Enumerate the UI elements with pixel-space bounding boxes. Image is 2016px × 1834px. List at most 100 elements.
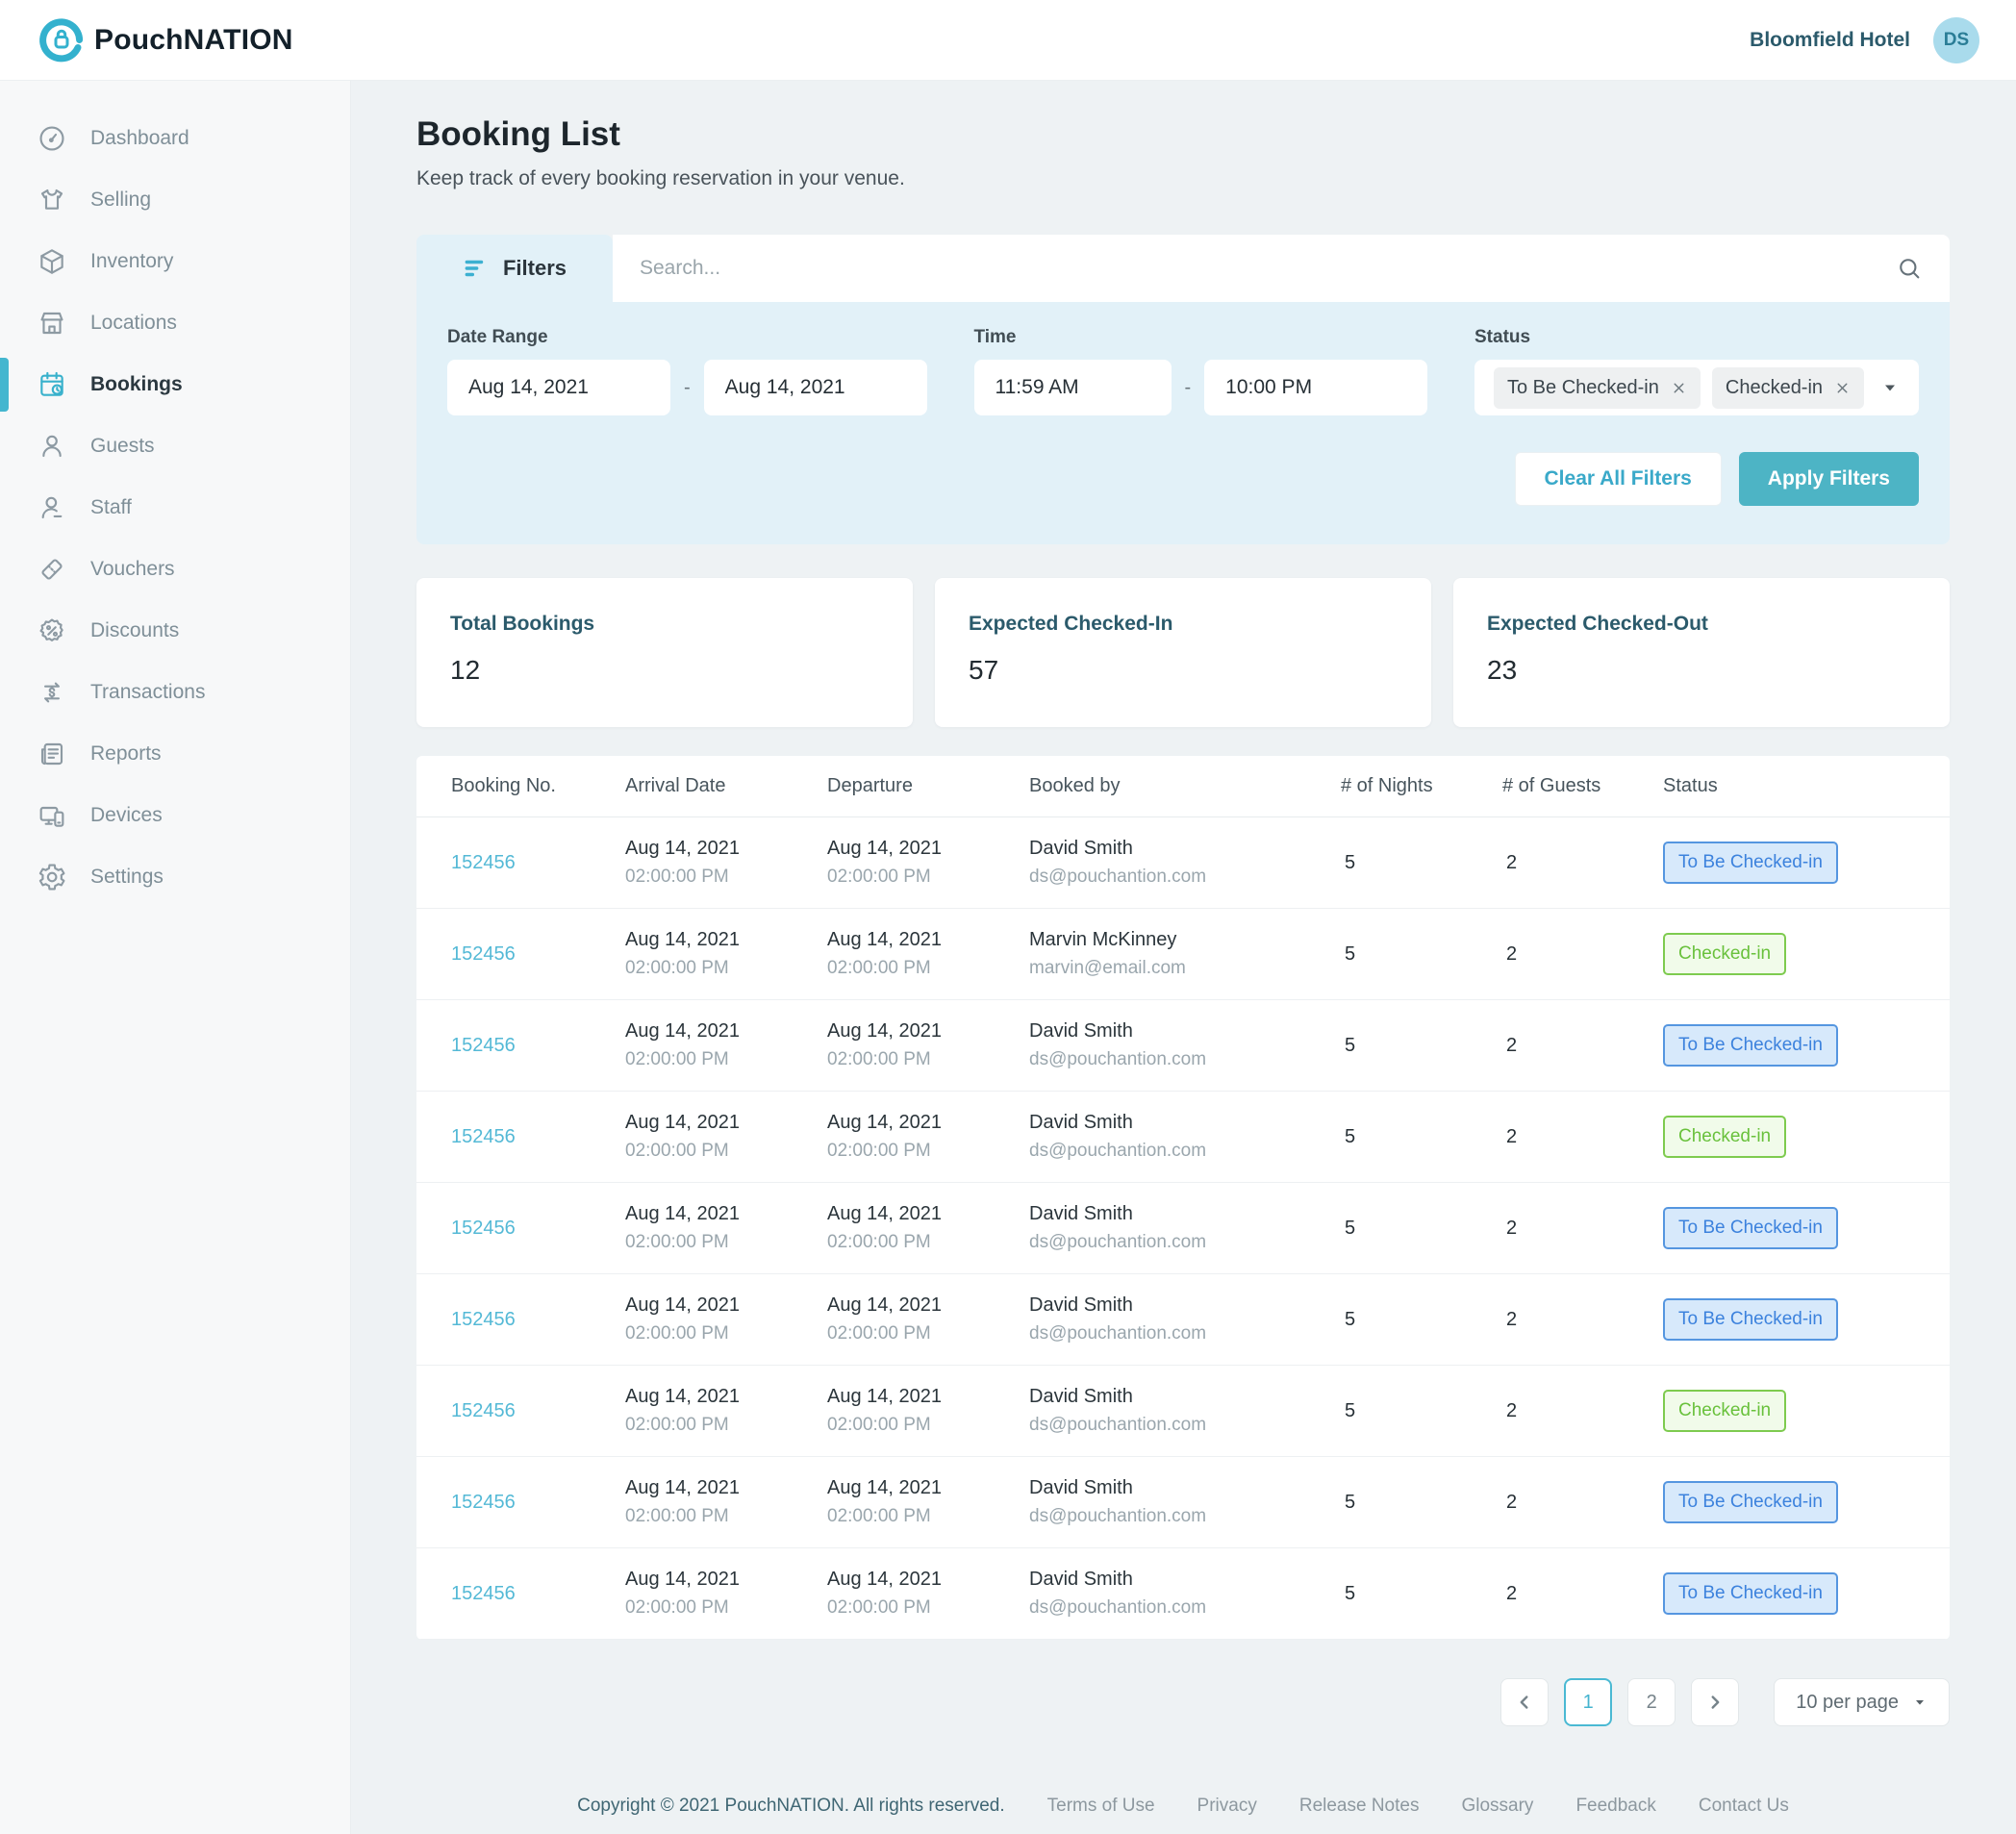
- booked-by-email: ds@pouchantion.com: [1029, 1323, 1341, 1344]
- sidebar-item-guests[interactable]: Guests: [0, 415, 350, 477]
- search-icon[interactable]: [1896, 255, 1923, 282]
- nights-value: 5: [1341, 1035, 1502, 1057]
- arrival-date: Aug 14, 2021: [625, 1203, 827, 1225]
- date-from-input[interactable]: Aug 14, 2021: [447, 360, 670, 415]
- main-content: Booking List Keep track of every booking…: [351, 81, 2016, 1834]
- booking-no-link[interactable]: 152456: [451, 1035, 516, 1056]
- table-row[interactable]: 152456 Aug 14, 2021 02:00:00 PM Aug 14, …: [416, 1183, 1950, 1274]
- sidebar-item-bookings[interactable]: Bookings: [0, 354, 350, 415]
- apply-filters-button[interactable]: Apply Filters: [1739, 452, 1919, 506]
- clear-all-filters-button[interactable]: Clear All Filters: [1515, 452, 1722, 506]
- booked-by-cell: David Smith ds@pouchantion.com: [1029, 1112, 1341, 1162]
- table-row[interactable]: 152456 Aug 14, 2021 02:00:00 PM Aug 14, …: [416, 909, 1950, 1000]
- date-to-input[interactable]: Aug 14, 2021: [704, 360, 927, 415]
- departure-cell: Aug 14, 2021 02:00:00 PM: [827, 1386, 1029, 1436]
- date-range-label: Date Range: [447, 327, 927, 348]
- booking-no-link[interactable]: 152456: [451, 1400, 516, 1421]
- status-badge: To Be Checked-in: [1663, 1024, 1838, 1067]
- next-page-button[interactable]: [1691, 1678, 1739, 1726]
- departure-time: 02:00:00 PM: [827, 1597, 1029, 1619]
- pagination: 1 2 10 per page: [416, 1678, 1950, 1726]
- per-page-select[interactable]: 10 per page: [1774, 1678, 1950, 1726]
- sidebar-item-label: Inventory: [90, 250, 173, 273]
- logo[interactable]: PouchNATION: [37, 15, 293, 65]
- logo-text: PouchNATION: [94, 24, 293, 57]
- vouchers-icon: [37, 554, 67, 585]
- prev-page-button[interactable]: [1500, 1678, 1549, 1726]
- search-input[interactable]: [640, 257, 1896, 280]
- booking-no-link[interactable]: 152456: [451, 852, 516, 873]
- departure-date: Aug 14, 2021: [827, 929, 1029, 951]
- booking-no-link[interactable]: 152456: [451, 1492, 516, 1513]
- footer-link[interactable]: Privacy: [1197, 1796, 1257, 1817]
- sidebar-item-discounts[interactable]: Discounts: [0, 600, 350, 662]
- page-button[interactable]: 1: [1564, 1678, 1612, 1726]
- booking-no-link[interactable]: 152456: [451, 1218, 516, 1239]
- footer-link[interactable]: Release Notes: [1299, 1796, 1420, 1817]
- arrival-time: 02:00:00 PM: [625, 1323, 827, 1344]
- discounts-icon: [37, 616, 67, 646]
- departure-date: Aug 14, 2021: [827, 1477, 1029, 1499]
- table-row[interactable]: 152456 Aug 14, 2021 02:00:00 PM Aug 14, …: [416, 1274, 1950, 1366]
- sidebar-item-transactions[interactable]: Transactions: [0, 662, 350, 723]
- booking-no-link[interactable]: 152456: [451, 943, 516, 965]
- table-row[interactable]: 152456 Aug 14, 2021 02:00:00 PM Aug 14, …: [416, 1000, 1950, 1092]
- table-row[interactable]: 152456 Aug 14, 2021 02:00:00 PM Aug 14, …: [416, 1548, 1950, 1640]
- arrival-time: 02:00:00 PM: [625, 1049, 827, 1070]
- sidebar-item-settings[interactable]: Settings: [0, 846, 350, 908]
- avatar[interactable]: DS: [1933, 17, 1979, 63]
- footer-link[interactable]: Feedback: [1575, 1796, 1655, 1817]
- status-chip: To Be Checked-in: [1494, 367, 1701, 409]
- status-select[interactable]: To Be Checked-in Checked-in: [1474, 360, 1919, 415]
- caret-down-icon: [1912, 1695, 1928, 1710]
- departure-cell: Aug 14, 2021 02:00:00 PM: [827, 1569, 1029, 1619]
- table-row[interactable]: 152456 Aug 14, 2021 02:00:00 PM Aug 14, …: [416, 1366, 1950, 1457]
- sidebar-item-label: Staff: [90, 496, 132, 519]
- sidebar-item-locations[interactable]: Locations: [0, 292, 350, 354]
- caret-down-icon[interactable]: [1880, 378, 1900, 397]
- time-from-input[interactable]: 11:59 AM: [974, 360, 1172, 415]
- sidebar-item-reports[interactable]: Reports: [0, 723, 350, 785]
- booking-no-link[interactable]: 152456: [451, 1583, 516, 1604]
- reports-icon: [37, 739, 67, 769]
- page-button[interactable]: 2: [1627, 1678, 1676, 1726]
- remove-chip-icon[interactable]: [1671, 380, 1687, 396]
- departure-date: Aug 14, 2021: [827, 1112, 1029, 1134]
- devices-icon: [37, 800, 67, 831]
- departure-cell: Aug 14, 2021 02:00:00 PM: [827, 1477, 1029, 1527]
- booking-no-link[interactable]: 152456: [451, 1126, 516, 1147]
- departure-time: 02:00:00 PM: [827, 958, 1029, 979]
- sidebar-item-staff[interactable]: Staff: [0, 477, 350, 539]
- stat-card-total-bookings: Total Bookings 12: [416, 578, 913, 727]
- booked-by-cell: David Smith ds@pouchantion.com: [1029, 1020, 1341, 1070]
- departure-time: 02:00:00 PM: [827, 1323, 1029, 1344]
- sidebar-item-dashboard[interactable]: Dashboard: [0, 108, 350, 169]
- sidebar-item-vouchers[interactable]: Vouchers: [0, 539, 350, 600]
- booked-by-email: marvin@email.com: [1029, 958, 1341, 979]
- footer-link[interactable]: Glossary: [1461, 1796, 1533, 1817]
- time-to-input[interactable]: 10:00 PM: [1204, 360, 1427, 415]
- status-badge: To Be Checked-in: [1663, 1298, 1838, 1341]
- footer-link[interactable]: Contact Us: [1699, 1796, 1789, 1817]
- sidebar-item-devices[interactable]: Devices: [0, 785, 350, 846]
- sidebar-item-inventory[interactable]: Inventory: [0, 231, 350, 292]
- sidebar-item-label: Settings: [90, 866, 164, 889]
- arrival-date: Aug 14, 2021: [625, 1112, 827, 1134]
- table-row[interactable]: 152456 Aug 14, 2021 02:00:00 PM Aug 14, …: [416, 817, 1950, 909]
- filters-tab[interactable]: Filters: [416, 235, 613, 302]
- arrival-time: 02:00:00 PM: [625, 1415, 827, 1436]
- booking-no-link[interactable]: 152456: [451, 1309, 516, 1330]
- footer-link[interactable]: Terms of Use: [1047, 1796, 1155, 1817]
- time-group: Time 11:59 AM - 10:00 PM: [974, 327, 1428, 415]
- table-row[interactable]: 152456 Aug 14, 2021 02:00:00 PM Aug 14, …: [416, 1092, 1950, 1183]
- status-group: Status To Be Checked-in Checked-in: [1474, 327, 1919, 415]
- remove-chip-icon[interactable]: [1834, 380, 1851, 396]
- sidebar-item-selling[interactable]: Selling: [0, 169, 350, 231]
- table-header-row: Booking No. Arrival Date Departure Booke…: [416, 756, 1950, 817]
- sidebar-item-label: Reports: [90, 742, 162, 766]
- column-header: Departure: [827, 775, 1029, 797]
- status-badge: Checked-in: [1663, 933, 1786, 975]
- table-row[interactable]: 152456 Aug 14, 2021 02:00:00 PM Aug 14, …: [416, 1457, 1950, 1548]
- search-bar: [613, 235, 1950, 302]
- nights-value: 5: [1341, 1309, 1502, 1331]
